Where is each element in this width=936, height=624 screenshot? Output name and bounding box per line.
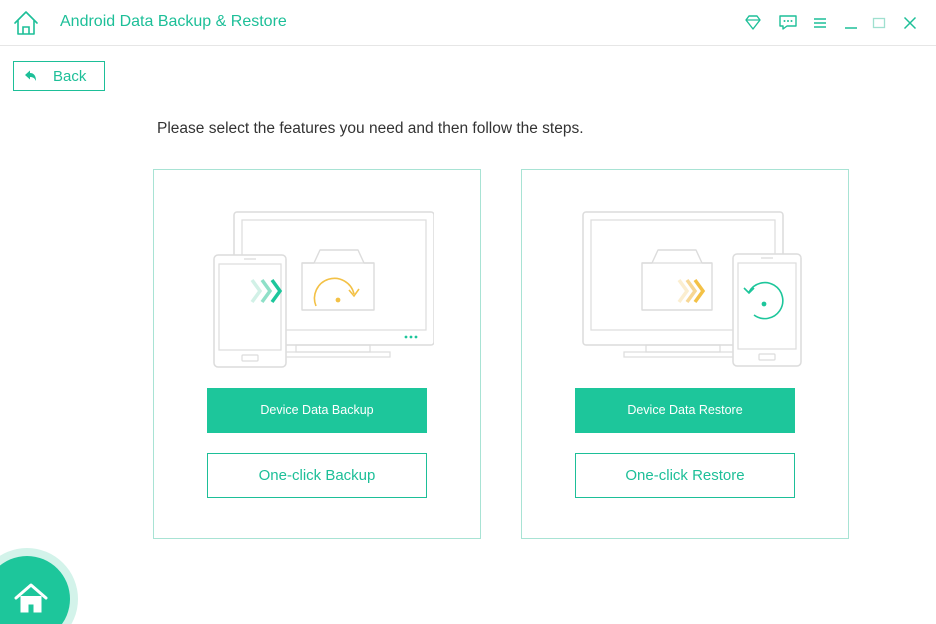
back-arrow-icon	[23, 69, 37, 83]
one-click-backup-button[interactable]: One-click Backup	[207, 453, 427, 498]
restore-panel: Device Data Restore One-click Restore	[521, 169, 849, 539]
maximize-icon[interactable]	[868, 12, 890, 34]
chat-icon[interactable]	[777, 12, 799, 34]
one-click-restore-button[interactable]: One-click Restore	[575, 453, 795, 498]
back-button[interactable]: Back	[13, 61, 105, 91]
home-icon	[14, 582, 48, 614]
device-data-backup-button[interactable]: Device Data Backup	[207, 388, 427, 433]
device-data-restore-button[interactable]: Device Data Restore	[575, 388, 795, 433]
menu-icon[interactable]	[809, 12, 831, 34]
back-label: Back	[53, 68, 87, 85]
backup-panel: Device Data Backup One-click Backup	[153, 169, 481, 539]
floating-home-inner	[0, 556, 70, 624]
app-title: Android Data Backup & Restore	[60, 13, 287, 30]
floating-home-button[interactable]	[0, 548, 78, 624]
restore-illustration	[572, 200, 802, 370]
title-bar: Android Data Backup & Restore	[0, 0, 936, 46]
home-icon[interactable]	[12, 9, 40, 37]
close-icon[interactable]	[899, 12, 921, 34]
backup-illustration	[204, 200, 435, 370]
instruction-text: Please select the features you need and …	[157, 120, 584, 137]
diamond-icon[interactable]	[742, 12, 764, 34]
minimize-icon[interactable]	[840, 12, 862, 34]
